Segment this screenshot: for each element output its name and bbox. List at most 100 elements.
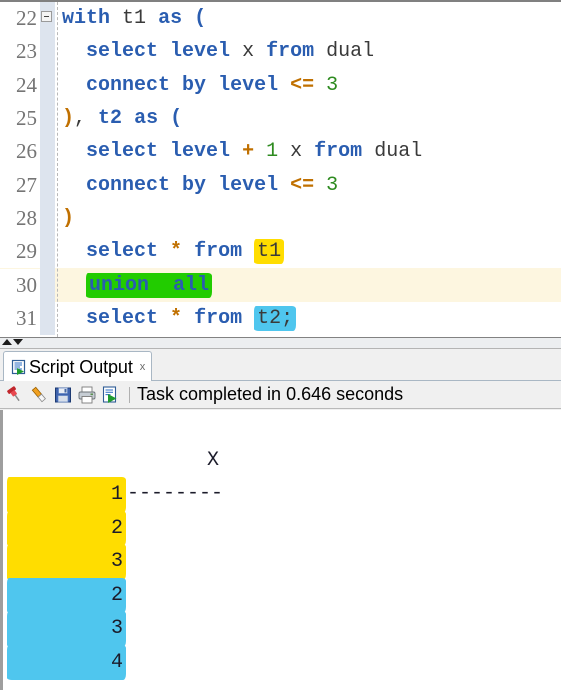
code-token: connect [86,173,171,197]
highlighted-token: union all [86,272,213,298]
script-output-panel: Script Output x Task completed in 0.646 … [0,349,561,690]
code-token: from [266,40,315,64]
fold-gutter[interactable] [40,35,55,69]
code-token: ( [194,7,207,31]
fold-gutter[interactable] [40,135,55,169]
line-number: 29 [0,235,40,269]
code-text[interactable]: with t1 as ( [55,2,561,35]
tab-label: Script Output [29,356,133,377]
fold-gutter[interactable] [40,268,55,302]
code-token: connect [86,73,171,97]
code-token: , [74,107,99,131]
fold-gutter[interactable] [40,201,55,236]
line-number: 24 [0,68,40,102]
code-token: dual [374,140,423,164]
code-line[interactable]: 24 connect by level <= 3 [0,68,561,102]
fold-gutter[interactable] [40,235,55,269]
code-token: select [86,40,159,64]
print-button[interactable] [76,384,98,406]
line-number: 31 [0,301,40,335]
code-line[interactable]: 26 select level + 1 x from dual [0,135,561,169]
code-token: <= [290,173,315,197]
code-text[interactable]: union all [55,269,561,302]
code-token: with [62,7,111,31]
code-token: x [242,40,255,64]
tab-script-output[interactable]: Script Output x [3,351,153,382]
output-rows-container: 123234 [3,477,561,680]
pane-splitter[interactable] [0,337,561,349]
fold-gutter[interactable] [40,2,55,36]
output-row: 1 [3,477,561,513]
output-text-area[interactable]: X ---------- 123234 [0,410,561,690]
code-text[interactable]: connect by level <= 3 [55,169,561,202]
line-number: 28 [0,201,40,235]
code-token: ) [62,206,75,230]
fold-gutter[interactable] [40,101,55,136]
output-row: 3 [3,611,561,647]
collapse-up-icon[interactable] [2,339,12,345]
code-text[interactable]: connect by level <= 3 [55,69,561,102]
code-token: * [170,306,183,330]
code-token: from [194,240,243,264]
output-value: 4 [7,644,127,680]
code-text[interactable]: select * from t1 [55,235,561,268]
clear-button[interactable] [28,384,50,406]
code-lines-container[interactable]: 22 with t1 as (23 select level x from dua… [0,2,561,335]
fold-gutter[interactable] [40,301,55,335]
code-line[interactable]: 23 select level x from dual [0,35,561,69]
code-text[interactable]: select level x from dual [55,35,561,68]
splitter-arrows[interactable] [2,339,23,345]
code-line[interactable]: 29 select * from t1 [0,235,561,269]
collapse-down-icon[interactable] [13,339,23,345]
pin-button[interactable] [4,384,26,406]
output-toolbar: Task completed in 0.646 seconds [0,381,561,409]
fold-gutter[interactable] [40,168,55,202]
code-line[interactable]: 22 with t1 as ( [0,2,561,36]
save-button[interactable] [52,384,74,406]
code-line[interactable]: 31 select * from t2; [0,301,561,335]
code-token: ( [170,107,183,131]
highlighted-token: t2; [254,305,297,331]
code-line[interactable]: 25), t2 as ( [0,101,561,136]
code-line[interactable]: 28) [0,201,561,236]
code-token: as [134,107,159,131]
code-token: x [290,140,303,164]
code-token: level [218,173,279,197]
sql-worksheet-editor[interactable]: 22 with t1 as (23 select level x from dua… [0,0,561,337]
code-text[interactable]: select level + 1 x from dual [55,135,561,168]
fold-collapse-icon[interactable] [41,11,52,22]
code-line[interactable]: 30 union all [0,268,561,302]
code-token: dual [326,40,375,64]
code-token: as [158,7,183,31]
tab-close-icon[interactable]: x [140,361,146,373]
run-button[interactable] [100,384,122,406]
output-value: 1 [7,477,127,513]
toolbar-separator [129,386,130,403]
code-text[interactable]: select * from t2; [55,302,561,335]
code-line[interactable]: 27 connect by level <= 3 [0,168,561,202]
code-text[interactable]: ), t2 as ( [55,102,561,135]
code-text[interactable]: ) [55,202,561,235]
fold-gutter[interactable] [40,68,55,102]
output-row: 2 [3,510,561,546]
